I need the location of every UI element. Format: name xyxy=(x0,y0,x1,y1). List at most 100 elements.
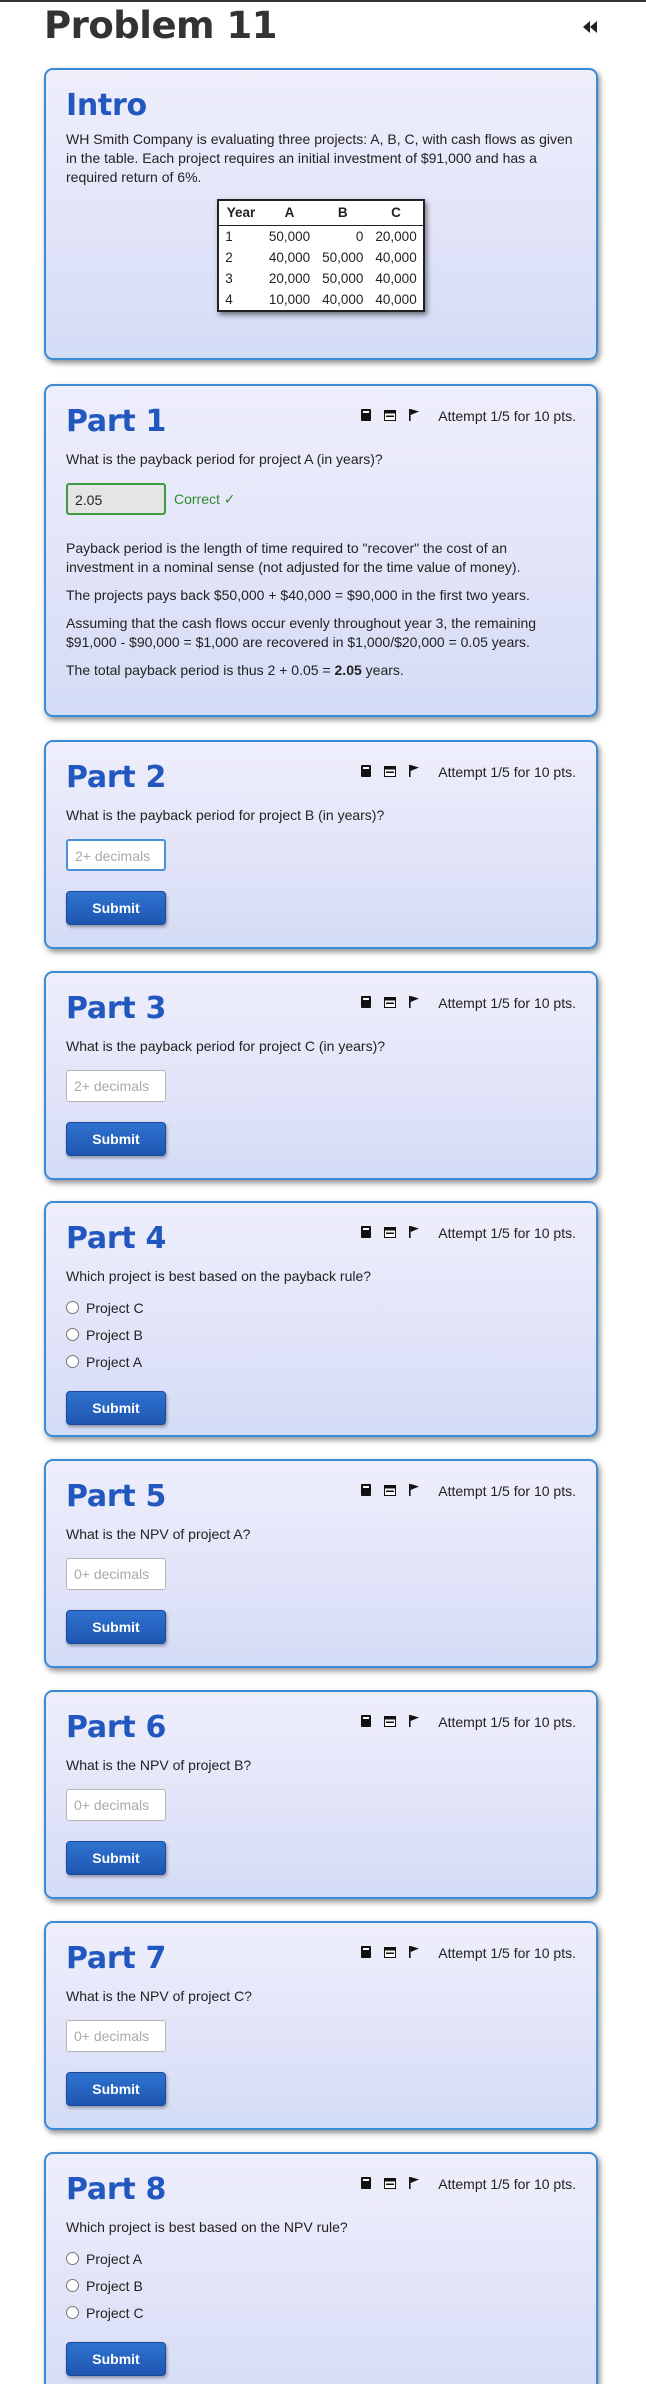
flag-icon[interactable] xyxy=(409,1714,420,1730)
intro-heading: Intro xyxy=(66,88,147,123)
table-cell: 1 xyxy=(225,229,233,244)
notes-icon[interactable] xyxy=(384,764,397,780)
part-5-card: Part 5 Attempt 1/5 for 10 pts. What is t… xyxy=(44,1459,598,1668)
calculator-icon[interactable] xyxy=(361,764,372,780)
notes-icon[interactable] xyxy=(384,1945,397,1961)
attempt-label: Attempt 1/5 for 10 pts. xyxy=(438,1714,576,1730)
answer-input[interactable]: 0+ decimals xyxy=(66,1558,166,1590)
calculator-icon[interactable] xyxy=(361,1714,372,1730)
part-toolbar: Attempt 1/5 for 10 pts. xyxy=(361,995,576,1011)
top-border xyxy=(0,0,646,2)
table-cell: 40,000 xyxy=(375,271,417,286)
part-1-card: Part 1 Attempt 1/5 for 10 pts. What is t… xyxy=(44,384,598,717)
radio-button[interactable] xyxy=(66,1355,79,1368)
question-text: What is the NPV of project B? xyxy=(66,1757,252,1773)
part-7-card: Part 7 Attempt 1/5 for 10 pts. What is t… xyxy=(44,1921,598,2130)
answer-input[interactable]: 0+ decimals xyxy=(66,2020,166,2052)
radio-button[interactable] xyxy=(66,1328,79,1341)
radio-button[interactable] xyxy=(66,2279,79,2292)
attempt-label: Attempt 1/5 for 10 pts. xyxy=(438,2176,576,2192)
radio-label: Project A xyxy=(86,2250,143,2267)
notes-icon[interactable] xyxy=(384,1714,397,1730)
solution-answer: 2.05 xyxy=(334,662,362,678)
flag-icon[interactable] xyxy=(409,408,420,424)
submit-button[interactable]: Submit xyxy=(66,1391,166,1425)
table-cell: 40,000 xyxy=(375,250,417,265)
solution-text-part: The total payback period is thus 2 + 0.0… xyxy=(66,662,335,678)
calculator-icon[interactable] xyxy=(361,1225,372,1241)
submit-button[interactable]: Submit xyxy=(66,1841,166,1875)
answer-input[interactable]: 2.05 xyxy=(66,483,166,515)
notes-icon[interactable] xyxy=(384,408,397,424)
table-row: 2 40,000 50,000 40,000 xyxy=(218,247,423,268)
submit-button[interactable]: Submit xyxy=(66,2072,166,2106)
notes-icon[interactable] xyxy=(384,1225,397,1241)
table-cell: 50,000 xyxy=(322,250,364,265)
flag-icon[interactable] xyxy=(409,2176,420,2192)
table-cell: 4 xyxy=(225,292,233,307)
question-text: What is the payback period for project C… xyxy=(66,1038,386,1054)
part-toolbar: Attempt 1/5 for 10 pts. xyxy=(361,764,576,780)
part-toolbar: Attempt 1/5 for 10 pts. xyxy=(361,1714,576,1730)
table-cell: 10,000 xyxy=(268,292,311,307)
part-toolbar: Attempt 1/5 for 10 pts. xyxy=(361,1945,576,1961)
radio-option[interactable]: Project A xyxy=(66,1348,576,1375)
calculator-icon[interactable] xyxy=(361,1945,372,1961)
attempt-label: Attempt 1/5 for 10 pts. xyxy=(438,1483,576,1499)
answer-input[interactable]: 2+ decimals xyxy=(66,839,166,871)
attempt-label: Attempt 1/5 for 10 pts. xyxy=(438,764,576,780)
part-toolbar: Attempt 1/5 for 10 pts. xyxy=(361,1225,576,1241)
calculator-icon[interactable] xyxy=(361,995,372,1011)
table-row: 4 10,000 40,000 40,000 xyxy=(218,289,423,311)
submit-button[interactable]: Submit xyxy=(66,1610,166,1644)
table-header-cell: C xyxy=(369,200,424,226)
flag-icon[interactable] xyxy=(409,1225,420,1241)
question-text: What is the NPV of project C? xyxy=(66,1988,252,2004)
submit-button[interactable]: Submit xyxy=(66,1122,166,1156)
notes-icon[interactable] xyxy=(384,995,397,1011)
question-text: Which project is best based on the NPV r… xyxy=(66,2219,348,2235)
table-header-cell: A xyxy=(262,200,317,226)
radio-option[interactable]: Project C xyxy=(66,1294,576,1321)
table-header-cell: Year xyxy=(218,200,263,226)
radio-button[interactable] xyxy=(66,1301,79,1314)
solution-text-part: years. xyxy=(361,662,404,678)
status-correct: Correct ✓ xyxy=(174,490,236,507)
intro-text: WH Smith Company is evaluating three pro… xyxy=(66,131,573,185)
calculator-icon[interactable] xyxy=(361,408,372,424)
calculator-icon[interactable] xyxy=(361,2176,372,2192)
radio-option[interactable]: Project C xyxy=(66,2299,576,2326)
flag-icon[interactable] xyxy=(409,1945,420,1961)
table-cell: 50,000 xyxy=(268,229,311,244)
submit-button[interactable]: Submit xyxy=(66,891,166,925)
radio-button[interactable] xyxy=(66,2306,79,2319)
table-cell: 20,000 xyxy=(268,271,311,286)
answer-input[interactable]: 2+ decimals xyxy=(66,1070,166,1102)
rewind-icon[interactable] xyxy=(582,20,598,34)
table-cell: 0 xyxy=(355,229,364,244)
part-4-card: Part 4 Attempt 1/5 for 10 pts. Which pro… xyxy=(44,1201,598,1437)
flag-icon[interactable] xyxy=(409,764,420,780)
flag-icon[interactable] xyxy=(409,995,420,1011)
part-toolbar: Attempt 1/5 for 10 pts. xyxy=(361,2176,576,2192)
notes-icon[interactable] xyxy=(384,1483,397,1499)
submit-button[interactable]: Submit xyxy=(66,2342,166,2376)
answer-input[interactable]: 0+ decimals xyxy=(66,1789,166,1821)
notes-icon[interactable] xyxy=(384,2176,397,2192)
radio-option[interactable]: Project B xyxy=(66,2272,576,2299)
table-cell: 3 xyxy=(225,271,233,286)
part-toolbar: Attempt 1/5 for 10 pts. xyxy=(361,408,576,424)
radio-button[interactable] xyxy=(66,2252,79,2265)
cash-flow-table: Year A B C 1 50,000 0 20,000 2 40,000 50… xyxy=(217,199,425,312)
radio-option[interactable]: Project B xyxy=(66,1321,576,1348)
flag-icon[interactable] xyxy=(409,1483,420,1499)
attempt-label: Attempt 1/5 for 10 pts. xyxy=(438,408,576,424)
part-toolbar: Attempt 1/5 for 10 pts. xyxy=(361,1483,576,1499)
radio-label: Project C xyxy=(86,1299,144,1316)
radio-label: Project B xyxy=(86,1326,143,1343)
calculator-icon[interactable] xyxy=(361,1483,372,1499)
solution: Payback period is the length of time req… xyxy=(66,539,576,680)
part-3-card: Part 3 Attempt 1/5 for 10 pts. What is t… xyxy=(44,971,598,1180)
radio-label: Project A xyxy=(86,1353,143,1370)
radio-option[interactable]: Project A xyxy=(66,2245,576,2272)
